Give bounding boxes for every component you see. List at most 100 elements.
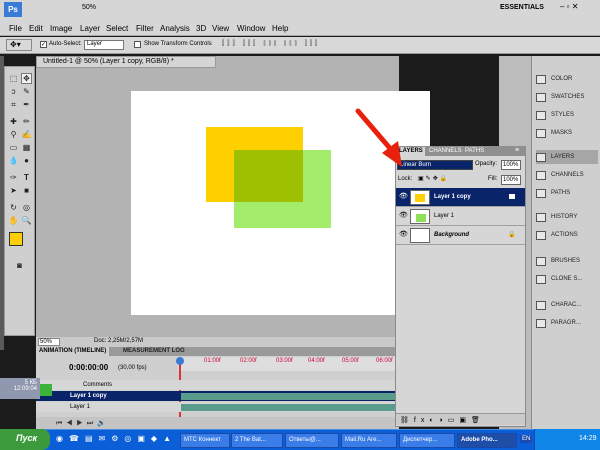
marquee-tool-icon[interactable]: ⬚	[8, 73, 19, 84]
dock-color[interactable]: COLOR	[536, 72, 598, 86]
color-icon	[536, 74, 546, 84]
panel-menu-icon[interactable]: ≡	[515, 147, 519, 154]
taskbar-item[interactable]: Ответы@...	[285, 433, 339, 448]
menu-view[interactable]: View	[212, 24, 229, 33]
menu-help[interactable]: Help	[272, 24, 288, 33]
gradient-icon[interactable]: ▦	[21, 142, 32, 153]
taskbar-item[interactable]: 2 The Bat...	[231, 433, 283, 448]
fill-field[interactable]: 100%	[501, 175, 521, 185]
layers-icon	[536, 152, 546, 162]
layer-row-layer1[interactable]: 👁 Layer 1	[396, 207, 525, 226]
menu-3d[interactable]: 3D	[196, 24, 206, 33]
menu-filter[interactable]: Filter	[136, 24, 154, 33]
history-brush-icon[interactable]: ✍	[21, 129, 32, 140]
move-tool-preset[interactable]: ✥▾	[6, 39, 32, 51]
zoom-tool-icon[interactable]: 🔍	[21, 215, 32, 226]
visibility-eye-icon[interactable]: 👁	[399, 193, 408, 201]
layer-name[interactable]: Background	[434, 232, 469, 238]
layer-row-layer1-copy[interactable]: 👁 Layer 1 copy	[396, 188, 525, 207]
start-button[interactable]: Пуск	[0, 429, 50, 450]
menu-analysis[interactable]: Analysis	[160, 24, 190, 33]
taskbar-item[interactable]: Диспетчер...	[399, 433, 455, 448]
playhead-marker-icon[interactable]	[176, 357, 184, 365]
dock-layers[interactable]: LAYERS	[536, 150, 598, 164]
menu-window[interactable]: Window	[237, 24, 265, 33]
timeline-controls[interactable]: ⏮◀▶⏭🔊	[36, 417, 399, 429]
language-indicator[interactable]: EN	[520, 435, 533, 443]
taskbar-item[interactable]: МТС Коннект	[180, 433, 230, 448]
menu-file[interactable]: File	[9, 24, 22, 33]
timeline-row-comments[interactable]: Comments	[36, 380, 399, 390]
dodge-tool-icon[interactable]: ●	[21, 155, 32, 166]
menu-image[interactable]: Image	[50, 24, 72, 33]
dock-brushes[interactable]: BRUSHES	[536, 254, 598, 268]
menu-edit[interactable]: Edit	[29, 24, 43, 33]
3d-orbit-icon[interactable]: ◎	[21, 202, 32, 213]
document-tab[interactable]: Untitled-1 @ 50% (Layer 1 copy, RGB/8) *	[36, 56, 216, 68]
shape-tool-icon[interactable]: ■	[21, 185, 32, 196]
layer-name[interactable]: Layer 1 copy	[434, 194, 471, 200]
tab-paths[interactable]: PATHS	[465, 148, 484, 154]
dock-channels[interactable]: CHANNELS	[536, 168, 598, 182]
move-tool-icon[interactable]: ✥	[21, 73, 32, 84]
dock-clone-source[interactable]: CLONE S...	[536, 272, 598, 286]
dock-character[interactable]: CHARAC...	[536, 298, 598, 312]
zoom-field[interactable]: 50%	[38, 338, 60, 346]
auto-select-checkbox[interactable]: ✓	[40, 41, 47, 48]
zoom-menu[interactable]: 50%	[82, 4, 96, 11]
clone-stamp-icon[interactable]: ⚲	[8, 129, 19, 140]
visibility-eye-icon[interactable]: 👁	[399, 212, 408, 220]
hand-tool-icon[interactable]: ✋	[8, 215, 19, 226]
menu-layer[interactable]: Layer	[80, 24, 100, 33]
layer-row-background[interactable]: 👁 Background 🔒	[396, 226, 525, 245]
healing-brush-icon[interactable]: ✚	[8, 116, 19, 127]
pen-tool-icon[interactable]: ✑	[8, 172, 19, 183]
system-clock[interactable]: 14:29	[534, 429, 600, 450]
lasso-tool-icon[interactable]: ↄ	[8, 86, 19, 97]
blur-tool-icon[interactable]: 💧	[8, 155, 19, 166]
timeline-row-layer1-copy[interactable]: Layer 1 copy	[36, 391, 399, 401]
timeline-ruler[interactable]: 01:00f 02:00f 03:00f 04:00f 05:00f 06:00…	[178, 357, 399, 371]
layer-name[interactable]: Layer 1	[434, 213, 454, 219]
workspace-switcher[interactable]: ESSENTIALS	[500, 4, 544, 11]
3d-rotate-icon[interactable]: ↻	[8, 202, 19, 213]
eraser-icon[interactable]: ▭	[8, 142, 19, 153]
quick-select-icon[interactable]: ✎	[21, 86, 32, 97]
dock-history[interactable]: HISTORY	[536, 210, 598, 224]
left-overlay: 5 КБ 12:09:04	[0, 378, 40, 399]
layers-bottom-buttons[interactable]: ⛓fx◐◑▭▣🗑	[396, 413, 525, 425]
dock-swatches[interactable]: SWATCHES	[536, 90, 598, 104]
visibility-eye-icon[interactable]: 👁	[399, 231, 408, 239]
brush-tool-icon[interactable]: ✏	[21, 116, 32, 127]
timecode[interactable]: 0:00:00:00	[69, 363, 108, 372]
quick-launch-icons[interactable]: ◉☎▤✉⚙◎▣◆▲	[56, 434, 177, 443]
eyedropper-icon[interactable]: ✒	[21, 99, 32, 110]
dock-masks[interactable]: MASKS	[536, 126, 598, 140]
dock-paths[interactable]: PATHS	[536, 186, 598, 200]
quick-mask-icon[interactable]: ◙	[14, 260, 25, 271]
dock-styles[interactable]: STYLES	[536, 108, 598, 122]
tab-animation[interactable]: ANIMATION (TIMELINE)	[36, 347, 110, 356]
crop-tool-icon[interactable]: ⌗	[8, 99, 19, 110]
menu-select[interactable]: Select	[106, 24, 128, 33]
dock-paragraph[interactable]: PARAGR...	[536, 316, 598, 330]
opacity-field[interactable]: 100%	[501, 160, 521, 170]
taskbar-item-active[interactable]: Adobe Pho...	[457, 433, 517, 448]
timeline-row-layer1[interactable]: Layer 1	[36, 402, 399, 412]
layer-duration-bar[interactable]	[181, 393, 399, 400]
lock-icons[interactable]: ▣✎✥🔒	[418, 175, 449, 182]
tab-measurement[interactable]: MEASUREMENT LOG	[120, 347, 188, 356]
dock-actions[interactable]: ACTIONS	[536, 228, 598, 242]
row-label: Layer 1 copy	[70, 393, 107, 399]
taskbar-item[interactable]: Mail.Ru Аге...	[341, 433, 397, 448]
foreground-color-swatch[interactable]	[9, 232, 23, 246]
align-buttons[interactable]: ⫿⫿⫿ ⫿⫿⫿ ⫾⫾⫾ ⫾⫾⫾ ⫿⫿⫿	[222, 40, 522, 50]
type-tool-icon[interactable]: T	[21, 172, 32, 183]
tab-channels[interactable]: CHANNELS	[429, 148, 462, 154]
auto-select-dropdown[interactable]: Layer	[84, 40, 124, 50]
show-transform-checkbox[interactable]	[134, 41, 141, 48]
layer-duration-bar[interactable]	[181, 404, 399, 411]
doc-info[interactable]: Doc: 2,25M/2,57M	[94, 338, 143, 344]
window-controls[interactable]: – ▫ ✕	[560, 2, 578, 11]
path-select-icon[interactable]: ➤	[8, 185, 19, 196]
